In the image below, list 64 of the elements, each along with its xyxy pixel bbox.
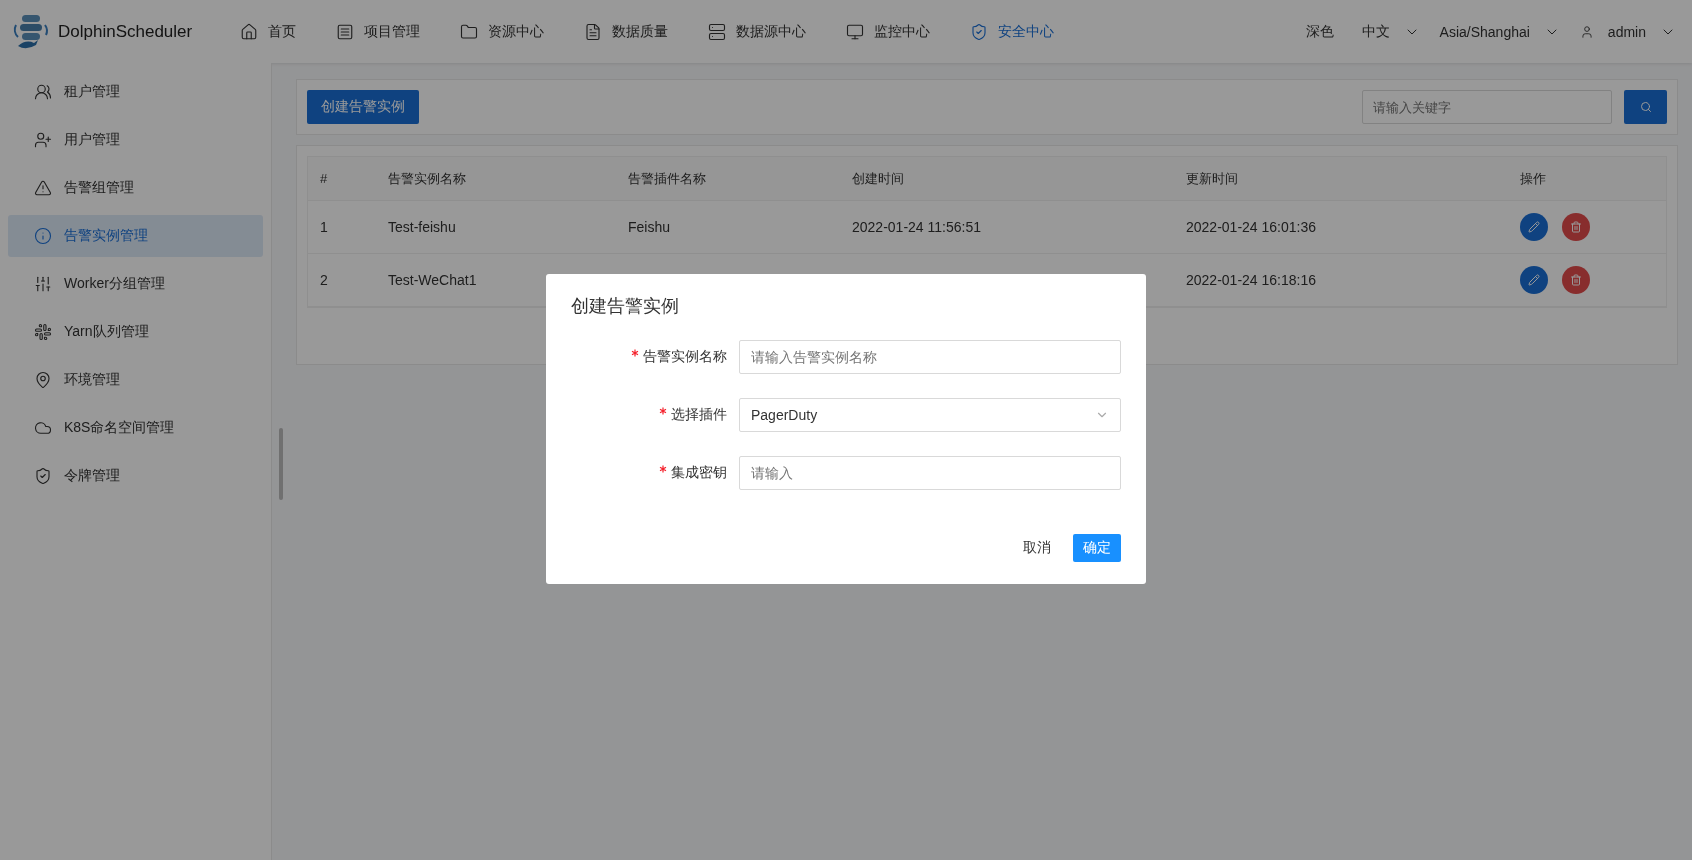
field-label: 告警实例名称	[571, 348, 739, 366]
delete-button[interactable]	[1562, 266, 1590, 294]
field-label: 集成密钥	[571, 464, 739, 482]
nav-item[interactable]: 监控中心	[826, 0, 951, 63]
cancel-button[interactable]: 取消	[1013, 534, 1061, 562]
trash-icon	[1570, 221, 1582, 233]
nav-icon	[970, 22, 989, 41]
user-icon	[1579, 24, 1594, 39]
nav-item[interactable]: 安全中心	[950, 0, 1075, 63]
nav-icon	[708, 22, 727, 41]
nav-item[interactable]: 数据质量	[564, 0, 689, 63]
logo-text: DolphinScheduler	[58, 21, 193, 42]
sidebar-item[interactable]: 环境管理	[8, 359, 263, 401]
menu-icon	[34, 467, 52, 485]
input-field[interactable]: 请输入告警实例名称	[739, 340, 1121, 374]
menu-icon	[34, 419, 52, 437]
theme-toggle[interactable]: 深色	[1291, 22, 1348, 41]
language-dropdown[interactable]: 中文	[1355, 22, 1426, 41]
scrollbar[interactable]	[279, 428, 283, 500]
search-field[interactable]: 请输入关键字	[1362, 90, 1612, 124]
nav-item[interactable]: 项目管理	[316, 0, 441, 63]
menu-icon	[34, 371, 52, 389]
pencil-icon	[1528, 221, 1540, 233]
sidebar-item[interactable]: 用户管理	[8, 119, 263, 161]
sidebar-item[interactable]: Yarn队列管理	[8, 311, 263, 353]
nav-item[interactable]: 资源中心	[440, 0, 565, 63]
user-dropdown[interactable]: admin	[1573, 23, 1682, 40]
nav-icon	[460, 22, 479, 41]
create-button[interactable]: 创建告警实例	[307, 90, 419, 124]
delete-button[interactable]	[1562, 213, 1590, 241]
sidebar-item[interactable]: Worker分组管理	[8, 263, 263, 305]
menu-icon	[34, 83, 52, 101]
sidebar-item[interactable]: 租户管理	[8, 71, 263, 113]
sidebar-item[interactable]: 令牌管理	[8, 455, 263, 497]
table-cell: 2	[308, 254, 376, 307]
table-cell: Test-feishu	[376, 201, 616, 254]
nav-item[interactable]: 首页	[220, 0, 317, 63]
menu-icon	[34, 323, 52, 341]
table-cell: 2022-01-24 16:18:16	[1174, 254, 1508, 307]
edit-button[interactable]	[1520, 213, 1548, 241]
menu-icon	[34, 131, 52, 149]
nav-icon	[336, 22, 355, 41]
sidebar-item[interactable]: 告警组管理	[8, 167, 263, 209]
pencil-icon	[1528, 274, 1540, 286]
trash-icon	[1570, 274, 1582, 286]
table-cell: 2022-01-24 16:01:36	[1174, 201, 1508, 254]
nav-icon	[846, 22, 865, 41]
edit-button[interactable]	[1520, 266, 1548, 294]
search-icon	[1639, 101, 1652, 113]
sidebar-item[interactable]: K8S命名空间管理	[8, 407, 263, 449]
input-field[interactable]: 请输入	[739, 456, 1121, 490]
table-cell: 2022-01-24 11:56:51	[840, 201, 1174, 254]
field-label: 选择插件	[571, 406, 739, 424]
plugin-select[interactable]: PagerDuty	[739, 398, 1121, 432]
table-cell: 1	[308, 201, 376, 254]
menu-icon	[34, 227, 52, 245]
table-cell: Feishu	[616, 201, 840, 254]
menu-icon	[34, 275, 52, 293]
nav-icon	[584, 22, 603, 41]
confirm-button[interactable]: 确定	[1073, 534, 1121, 562]
nav-item[interactable]: 数据源中心	[688, 0, 827, 63]
nav-icon	[240, 22, 259, 41]
menu-icon	[34, 179, 52, 197]
timezone-dropdown[interactable]: Asia/Shanghai	[1433, 23, 1566, 40]
